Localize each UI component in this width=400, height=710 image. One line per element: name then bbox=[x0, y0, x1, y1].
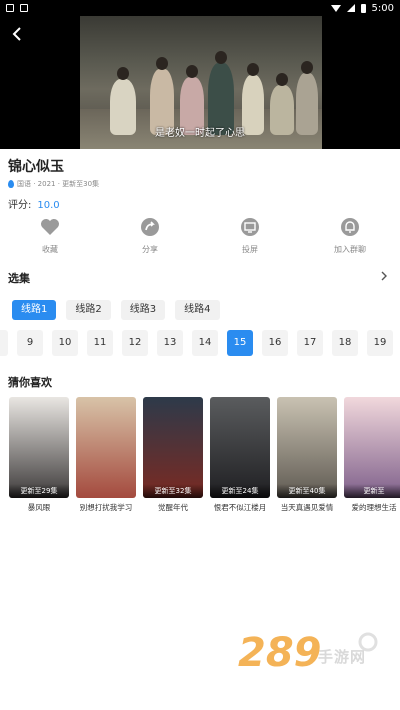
line-tab[interactable]: 线路1 bbox=[12, 300, 57, 320]
show-score: 评分: 10.0 bbox=[8, 200, 60, 211]
recommend-card[interactable]: 更新至 爱的理想生活 bbox=[344, 397, 400, 513]
poster-image: 更新至24集 bbox=[210, 397, 270, 498]
poster-image: 更新至29集 bbox=[9, 397, 69, 498]
cast-button[interactable]: 投屏 bbox=[200, 216, 300, 260]
recommend-card[interactable]: 别想打扰我学习 bbox=[76, 397, 136, 513]
show-title: 锦心似玉 bbox=[8, 159, 64, 175]
poster-image: 更新至32集 bbox=[143, 397, 203, 498]
episode-button[interactable]: 15 bbox=[227, 330, 253, 356]
episode-button[interactable]: 8 bbox=[0, 330, 8, 356]
recommend-title: 暴风眼 bbox=[27, 503, 51, 512]
episode-button[interactable]: 12 bbox=[122, 330, 148, 356]
app-screen: 5:00 是老奴一时起了心思 锦心似玉 国语 · 2021 · 更新至30集 评… bbox=[0, 0, 400, 710]
video-player[interactable]: 是老奴一时起了心思 bbox=[0, 16, 400, 149]
status-time: 5:00 bbox=[371, 2, 394, 14]
recommend-title: 爱的理想生活 bbox=[351, 503, 397, 512]
recommend-card[interactable]: 更新至24集恨君不似江楼月 bbox=[210, 397, 270, 513]
share-button[interactable]: 分享 bbox=[100, 216, 200, 260]
line-selector: 线路1 线路2 线路3 线路4 bbox=[12, 300, 220, 320]
episode-button[interactable]: 11 bbox=[87, 330, 113, 356]
update-badge: 更新至 bbox=[344, 484, 400, 498]
status-bar: 5:00 bbox=[0, 0, 400, 16]
recommend-title: 当天真遇见爱情 bbox=[280, 503, 334, 512]
line-tab[interactable]: 线路2 bbox=[66, 300, 111, 320]
recommend-title: 别想打扰我学习 bbox=[79, 503, 133, 512]
recommend-card[interactable]: 更新至32集觉醒年代 bbox=[143, 397, 203, 513]
episode-button[interactable]: 14 bbox=[192, 330, 218, 356]
poster-image: 更新至40集 bbox=[277, 397, 337, 498]
wifi-icon bbox=[330, 4, 341, 12]
recommend-card[interactable]: 更新至40集当天真遇见爱情 bbox=[277, 397, 337, 513]
join-group-button[interactable]: 加入群聊 bbox=[300, 216, 400, 260]
update-badge: 更新至29集 bbox=[9, 484, 69, 498]
poster-image bbox=[76, 397, 136, 498]
recommend-list: 更新至29集 暴风眼 别想打扰我学习 更新至32集 觉醒年代 更新至24集 恨君不似江楼月更… bbox=[9, 397, 400, 513]
episode-button[interactable]: 16 bbox=[262, 330, 288, 356]
score-value: 10.0 bbox=[37, 200, 60, 211]
episode-button[interactable]: 10 bbox=[52, 330, 78, 356]
favorite-button[interactable]: 收藏 bbox=[0, 216, 100, 260]
watermark-text: 手游网 bbox=[318, 648, 367, 666]
notification-icon bbox=[20, 4, 28, 12]
recommend-card[interactable]: 更新至29集暴风眼 bbox=[9, 397, 69, 513]
recommend-title: 恨君不似江楼月 bbox=[213, 503, 267, 512]
back-arrow-icon[interactable] bbox=[10, 26, 26, 42]
episodes-section-title: 选集 bbox=[8, 272, 30, 285]
svg-text:289: 289 bbox=[238, 630, 322, 673]
action-bar: 收藏 分享 投屏 加入群聊 bbox=[0, 216, 400, 260]
show-meta: 国语 · 2021 · 更新至30集 bbox=[8, 179, 99, 189]
bell-icon bbox=[339, 216, 361, 238]
heart-icon bbox=[39, 216, 61, 238]
update-badge: 更新至24集 bbox=[210, 484, 270, 498]
cast-screen-icon bbox=[239, 216, 261, 238]
recommend-title: 觉醒年代 bbox=[158, 503, 188, 512]
episode-button[interactable]: 18 bbox=[332, 330, 358, 356]
recommend-section-title: 猜你喜欢 bbox=[8, 376, 52, 389]
notification-icon bbox=[6, 4, 14, 12]
video-subtitle: 是老奴一时起了心思 bbox=[155, 128, 245, 139]
line-tab[interactable]: 线路4 bbox=[175, 300, 220, 320]
battery-icon bbox=[360, 3, 366, 13]
share-icon bbox=[139, 216, 161, 238]
update-badge: 更新至32集 bbox=[143, 484, 203, 498]
line-tab[interactable]: 线路3 bbox=[120, 300, 166, 320]
chevron-right-icon[interactable] bbox=[380, 271, 388, 281]
episode-button[interactable]: 17 bbox=[297, 330, 323, 356]
signal-icon bbox=[346, 4, 355, 12]
episode-button[interactable]: 19 bbox=[367, 330, 393, 356]
episode-button[interactable]: 13 bbox=[157, 330, 183, 356]
drop-icon bbox=[8, 180, 14, 188]
episode-button[interactable]: 9 bbox=[17, 330, 43, 356]
poster-image: 更新至 bbox=[344, 397, 400, 498]
episode-list: 89 10 11 12 13 14 15 16 17 18 19 bbox=[0, 330, 400, 356]
update-badge: 更新至40集 bbox=[277, 484, 337, 498]
